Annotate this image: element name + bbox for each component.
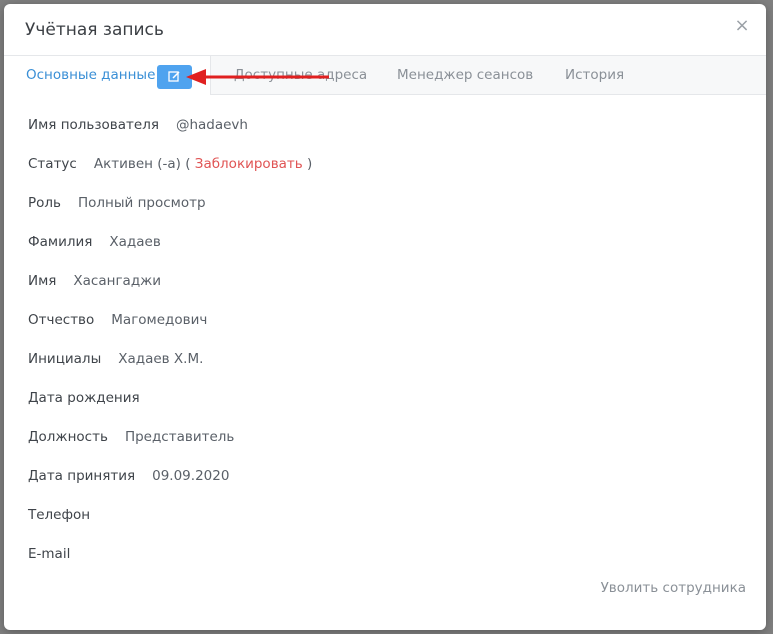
field-value: Хасангаджи: [73, 273, 162, 289]
field-label: Дата рождения: [28, 390, 140, 406]
field-patronymic: Отчество Магомедович: [28, 312, 207, 334]
field-label: E-mail: [28, 546, 71, 562]
field-birth-date: Дата рождения: [28, 390, 157, 412]
field-value: Хадаев: [109, 234, 161, 250]
dialog-header: Учётная запись ×: [4, 4, 766, 56]
field-label: Отчество: [28, 312, 95, 328]
field-status: Статус Активен (-а) ( Заблокировать ): [28, 156, 312, 178]
field-value: Представитель: [124, 429, 235, 445]
field-role: Роль Полный просмотр: [28, 195, 206, 217]
field-label: Дата принятия: [28, 468, 136, 484]
tab-history[interactable]: История: [565, 67, 624, 83]
status-suffix: ): [307, 156, 313, 172]
field-label: Статус: [28, 156, 77, 172]
field-label: Имя пользователя: [28, 117, 159, 133]
dismiss-employee-link[interactable]: Уволить сотрудника: [601, 580, 746, 596]
field-label: Роль: [28, 195, 61, 211]
field-label: Имя: [28, 273, 57, 289]
field-value: Полный просмотр: [78, 195, 206, 211]
dialog-title: Учётная запись: [25, 20, 164, 40]
tab-main-data[interactable]: Основные данные: [26, 67, 155, 83]
tab-session-manager[interactable]: Менеджер сеансов: [397, 67, 533, 83]
arrow-left-icon: [186, 69, 329, 85]
close-icon[interactable]: ×: [732, 16, 752, 36]
field-value: Активен (-а) (: [93, 156, 191, 172]
tabs-bar: Основные данные Доступные адреса Менедже…: [4, 56, 766, 95]
field-initials: Инициалы Хадаев Х.М.: [28, 351, 203, 373]
field-value: @hadaevh: [175, 117, 248, 133]
field-value: 09.09.2020: [152, 468, 230, 484]
field-hire-date: Дата принятия 09.09.2020: [28, 468, 229, 490]
edit-icon: [168, 71, 180, 82]
field-surname: Фамилия Хадаев: [28, 234, 161, 256]
field-label: Инициалы: [28, 351, 102, 367]
account-dialog: Учётная запись × Основные данные Доступн…: [4, 4, 766, 630]
field-value: Магомедович: [111, 312, 208, 328]
field-value: Хадаев Х.М.: [118, 351, 204, 367]
field-label: Фамилия: [28, 234, 93, 250]
block-link[interactable]: Заблокировать: [195, 156, 303, 172]
field-label: Должность: [28, 429, 108, 445]
field-email: E-mail: [28, 546, 87, 568]
field-username: Имя пользователя @hadaevh: [28, 117, 248, 139]
field-first-name: Имя Хасангаджи: [28, 273, 161, 295]
field-label: Телефон: [28, 507, 91, 523]
field-position: Должность Представитель: [28, 429, 234, 451]
field-phone: Телефон: [28, 507, 107, 529]
